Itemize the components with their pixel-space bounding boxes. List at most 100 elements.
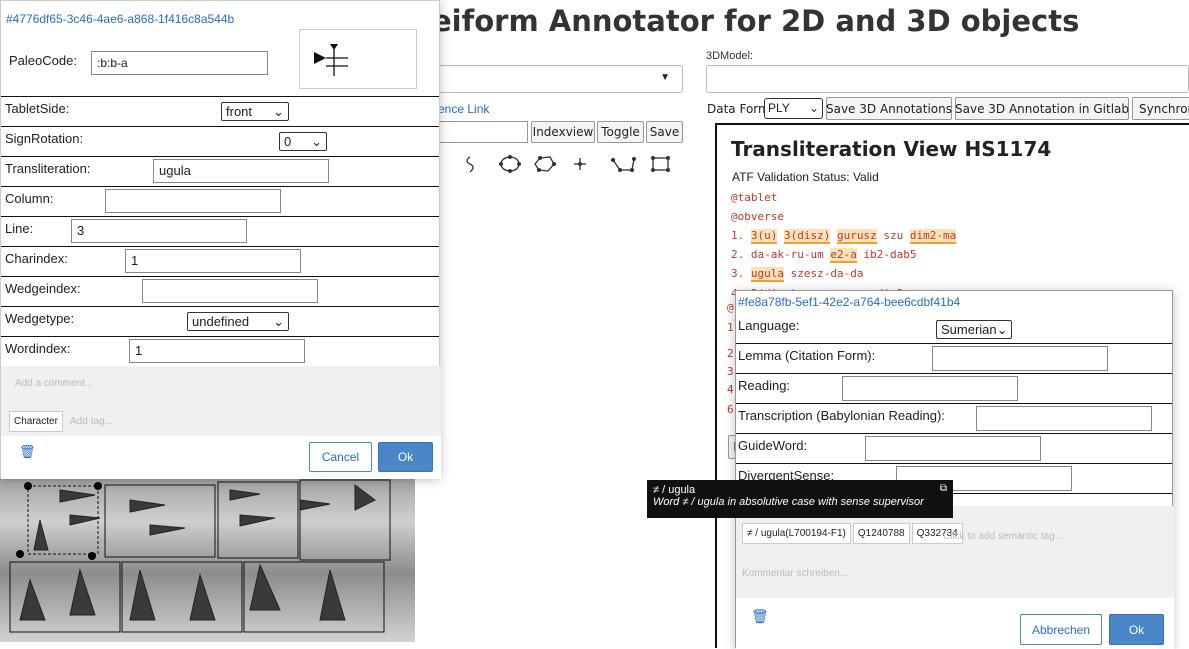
- trash-icon[interactable]: 🗑: [751, 608, 769, 625]
- line-number: 6: [727, 403, 734, 416]
- field-select[interactable]: undefined ⌄: [187, 312, 289, 331]
- field-input[interactable]: [105, 189, 281, 213]
- field-label: Transcription (Babylonian Reading):: [738, 408, 945, 423]
- word-text: szu: [876, 229, 910, 242]
- abbrechen-button[interactable]: Abbrechen: [1020, 614, 1102, 645]
- character-tag[interactable]: Character: [9, 411, 63, 432]
- tooltip-description: Word ≠ / ugula in absolutive case with s…: [653, 496, 924, 508]
- model-select[interactable]: [706, 65, 1189, 93]
- field-input[interactable]: 1: [129, 339, 305, 363]
- word-dialog-actions: 🗑 Abbrechen Ok: [736, 598, 1174, 649]
- field-row: Reading:: [736, 373, 1172, 404]
- annotated-word[interactable]: dim2-ma: [909, 229, 957, 244]
- data-format-select[interactable]: PLY ⌄: [764, 98, 823, 119]
- semantic-tag-input[interactable]: Click to add semantic tag...: [943, 531, 1063, 542]
- tag-input[interactable]: Add tag...: [70, 416, 113, 427]
- save-3d-annotations-button[interactable]: Save 3D Annotations: [826, 97, 952, 120]
- external-link-icon[interactable]: ⧉: [940, 483, 947, 494]
- chevron-down-icon: ⌄: [808, 101, 819, 115]
- field-row: Wedgeindex:: [1, 276, 439, 307]
- word-text: ib2-dab5: [856, 248, 917, 261]
- field-row: Lemma (Citation Form):: [736, 343, 1172, 374]
- data-format-value: PLY: [768, 101, 790, 115]
- trash-icon[interactable]: 🗑: [19, 444, 36, 460]
- atf-tablet: @tablet: [731, 191, 778, 204]
- annotated-word[interactable]: e2-a: [830, 248, 857, 263]
- field-row: GuideWord:: [736, 433, 1172, 464]
- toggle-button[interactable]: Toggle: [597, 121, 644, 143]
- word-annotation-dialog: #fe8a78fb-5ef1-42e2-a764-bee6cdbf41b4 La…: [735, 290, 1174, 649]
- page-title: eiform Annotator for 2D and 3D objects: [432, 4, 1080, 38]
- line-number: 3.: [731, 267, 745, 280]
- field-input[interactable]: ugula: [153, 159, 329, 183]
- semantic-tag[interactable]: Q1240788: [852, 523, 910, 544]
- chevron-down-icon: ⌄: [996, 321, 1008, 337]
- synchron-button[interactable]: Synchron: [1132, 97, 1189, 120]
- field-input[interactable]: 3: [71, 219, 247, 243]
- semantic-tags: ≠ / ugula(L700194-F1) Q1240788 Q332734: [742, 523, 963, 544]
- field-label: Column:: [5, 191, 54, 206]
- word-text: szesz-da-da: [784, 267, 864, 280]
- lasso-icon: [466, 156, 474, 173]
- annotated-word[interactable]: gurusz: [836, 229, 877, 244]
- save-button[interactable]: Save: [646, 121, 683, 143]
- comment-input[interactable]: Add a comment...: [15, 378, 93, 389]
- annotated-word[interactable]: 3(disz): [784, 229, 831, 244]
- cancel-button[interactable]: Cancel: [309, 442, 372, 472]
- language-select[interactable]: Sumerian ⌄: [936, 320, 1012, 339]
- word-ok-button[interactable]: Ok: [1109, 614, 1164, 645]
- paleocode-row: [1, 1, 439, 97]
- atf-validation-status: ATF Validation Status: Valid: [732, 170, 879, 184]
- field-label: Charindex:: [5, 251, 68, 266]
- field-row: Language: Sumerian ⌄: [736, 313, 1172, 344]
- semantic-tag[interactable]: ≠ / ugula(L700194-F1): [742, 523, 851, 544]
- line-number: 3: [727, 365, 734, 378]
- line-number: 4: [727, 383, 734, 396]
- field-input[interactable]: [142, 279, 318, 303]
- field-row: SignRotation: 0 ⌄: [1, 126, 439, 157]
- comment-input[interactable]: Kommentar schreiben...: [742, 568, 848, 579]
- transliteration-title: Transliteration View HS1174: [731, 137, 1052, 161]
- word-dialog-footer: ≠ / ugula(L700194-F1) Q1240788 Q332734 Cli…: [736, 506, 1174, 649]
- word-text: da-ak-ru-um: [750, 248, 831, 261]
- atf-line[interactable]: 2. da-ak-ru-um e2-a ib2-dab5: [731, 248, 917, 263]
- search-input[interactable]: [438, 121, 528, 143]
- tool-icons: [466, 155, 670, 173]
- field-value: front: [226, 104, 253, 119]
- indexview-button[interactable]: Indexview: [531, 121, 595, 143]
- field-select[interactable]: 0 ⌄: [279, 132, 327, 151]
- annotated-word[interactable]: 3(u): [750, 229, 778, 244]
- field-input[interactable]: [976, 406, 1152, 431]
- save-gitlab-button[interactable]: Save 3D Annotation in Gitlab: [955, 97, 1129, 120]
- object-select[interactable]: ▼: [438, 65, 683, 93]
- field-input[interactable]: [865, 436, 1041, 461]
- tablet-image[interactable]: [0, 470, 415, 642]
- atf-line[interactable]: 1. 3(u) 3(disz) gurusz szu dim2-ma: [731, 229, 957, 244]
- line-number: 1: [727, 321, 734, 334]
- sign-ok-button[interactable]: Ok: [378, 442, 433, 472]
- word-text: [777, 229, 784, 242]
- field-input[interactable]: [932, 346, 1108, 371]
- field-value: undefined: [192, 314, 250, 329]
- field-label: Transliteration:: [5, 161, 91, 176]
- field-select[interactable]: front ⌄: [221, 102, 289, 121]
- field-input[interactable]: [842, 376, 1018, 401]
- model-label: 3DModel:: [706, 50, 754, 62]
- field-label: SignRotation:: [5, 131, 84, 146]
- atf-line[interactable]: 3. ugula szesz-da-da: [731, 267, 864, 282]
- field-value: Sumerian: [941, 322, 997, 337]
- sign-dialog-actions: 🗑 Cancel Ok: [1, 436, 441, 479]
- reference-link[interactable]: ence Link: [438, 102, 489, 116]
- field-row: Line: 3: [1, 216, 439, 247]
- polyline-icon: [612, 158, 635, 171]
- tooltip-title: ≠ / ugula: [653, 484, 696, 496]
- word-annotation-id: #fe8a78fb-5ef1-42e2-a764-bee6cdbf41b4: [738, 295, 961, 309]
- field-label: Wedgetype:: [5, 311, 75, 326]
- line-number: 2: [727, 347, 734, 360]
- field-value: 0: [284, 134, 292, 149]
- field-input[interactable]: 1: [125, 249, 301, 273]
- line-number: 1.: [731, 229, 745, 242]
- annotated-word[interactable]: ugula: [750, 267, 784, 282]
- field-label: Wordindex:: [5, 341, 71, 356]
- chevron-down-icon: ▼: [660, 72, 670, 83]
